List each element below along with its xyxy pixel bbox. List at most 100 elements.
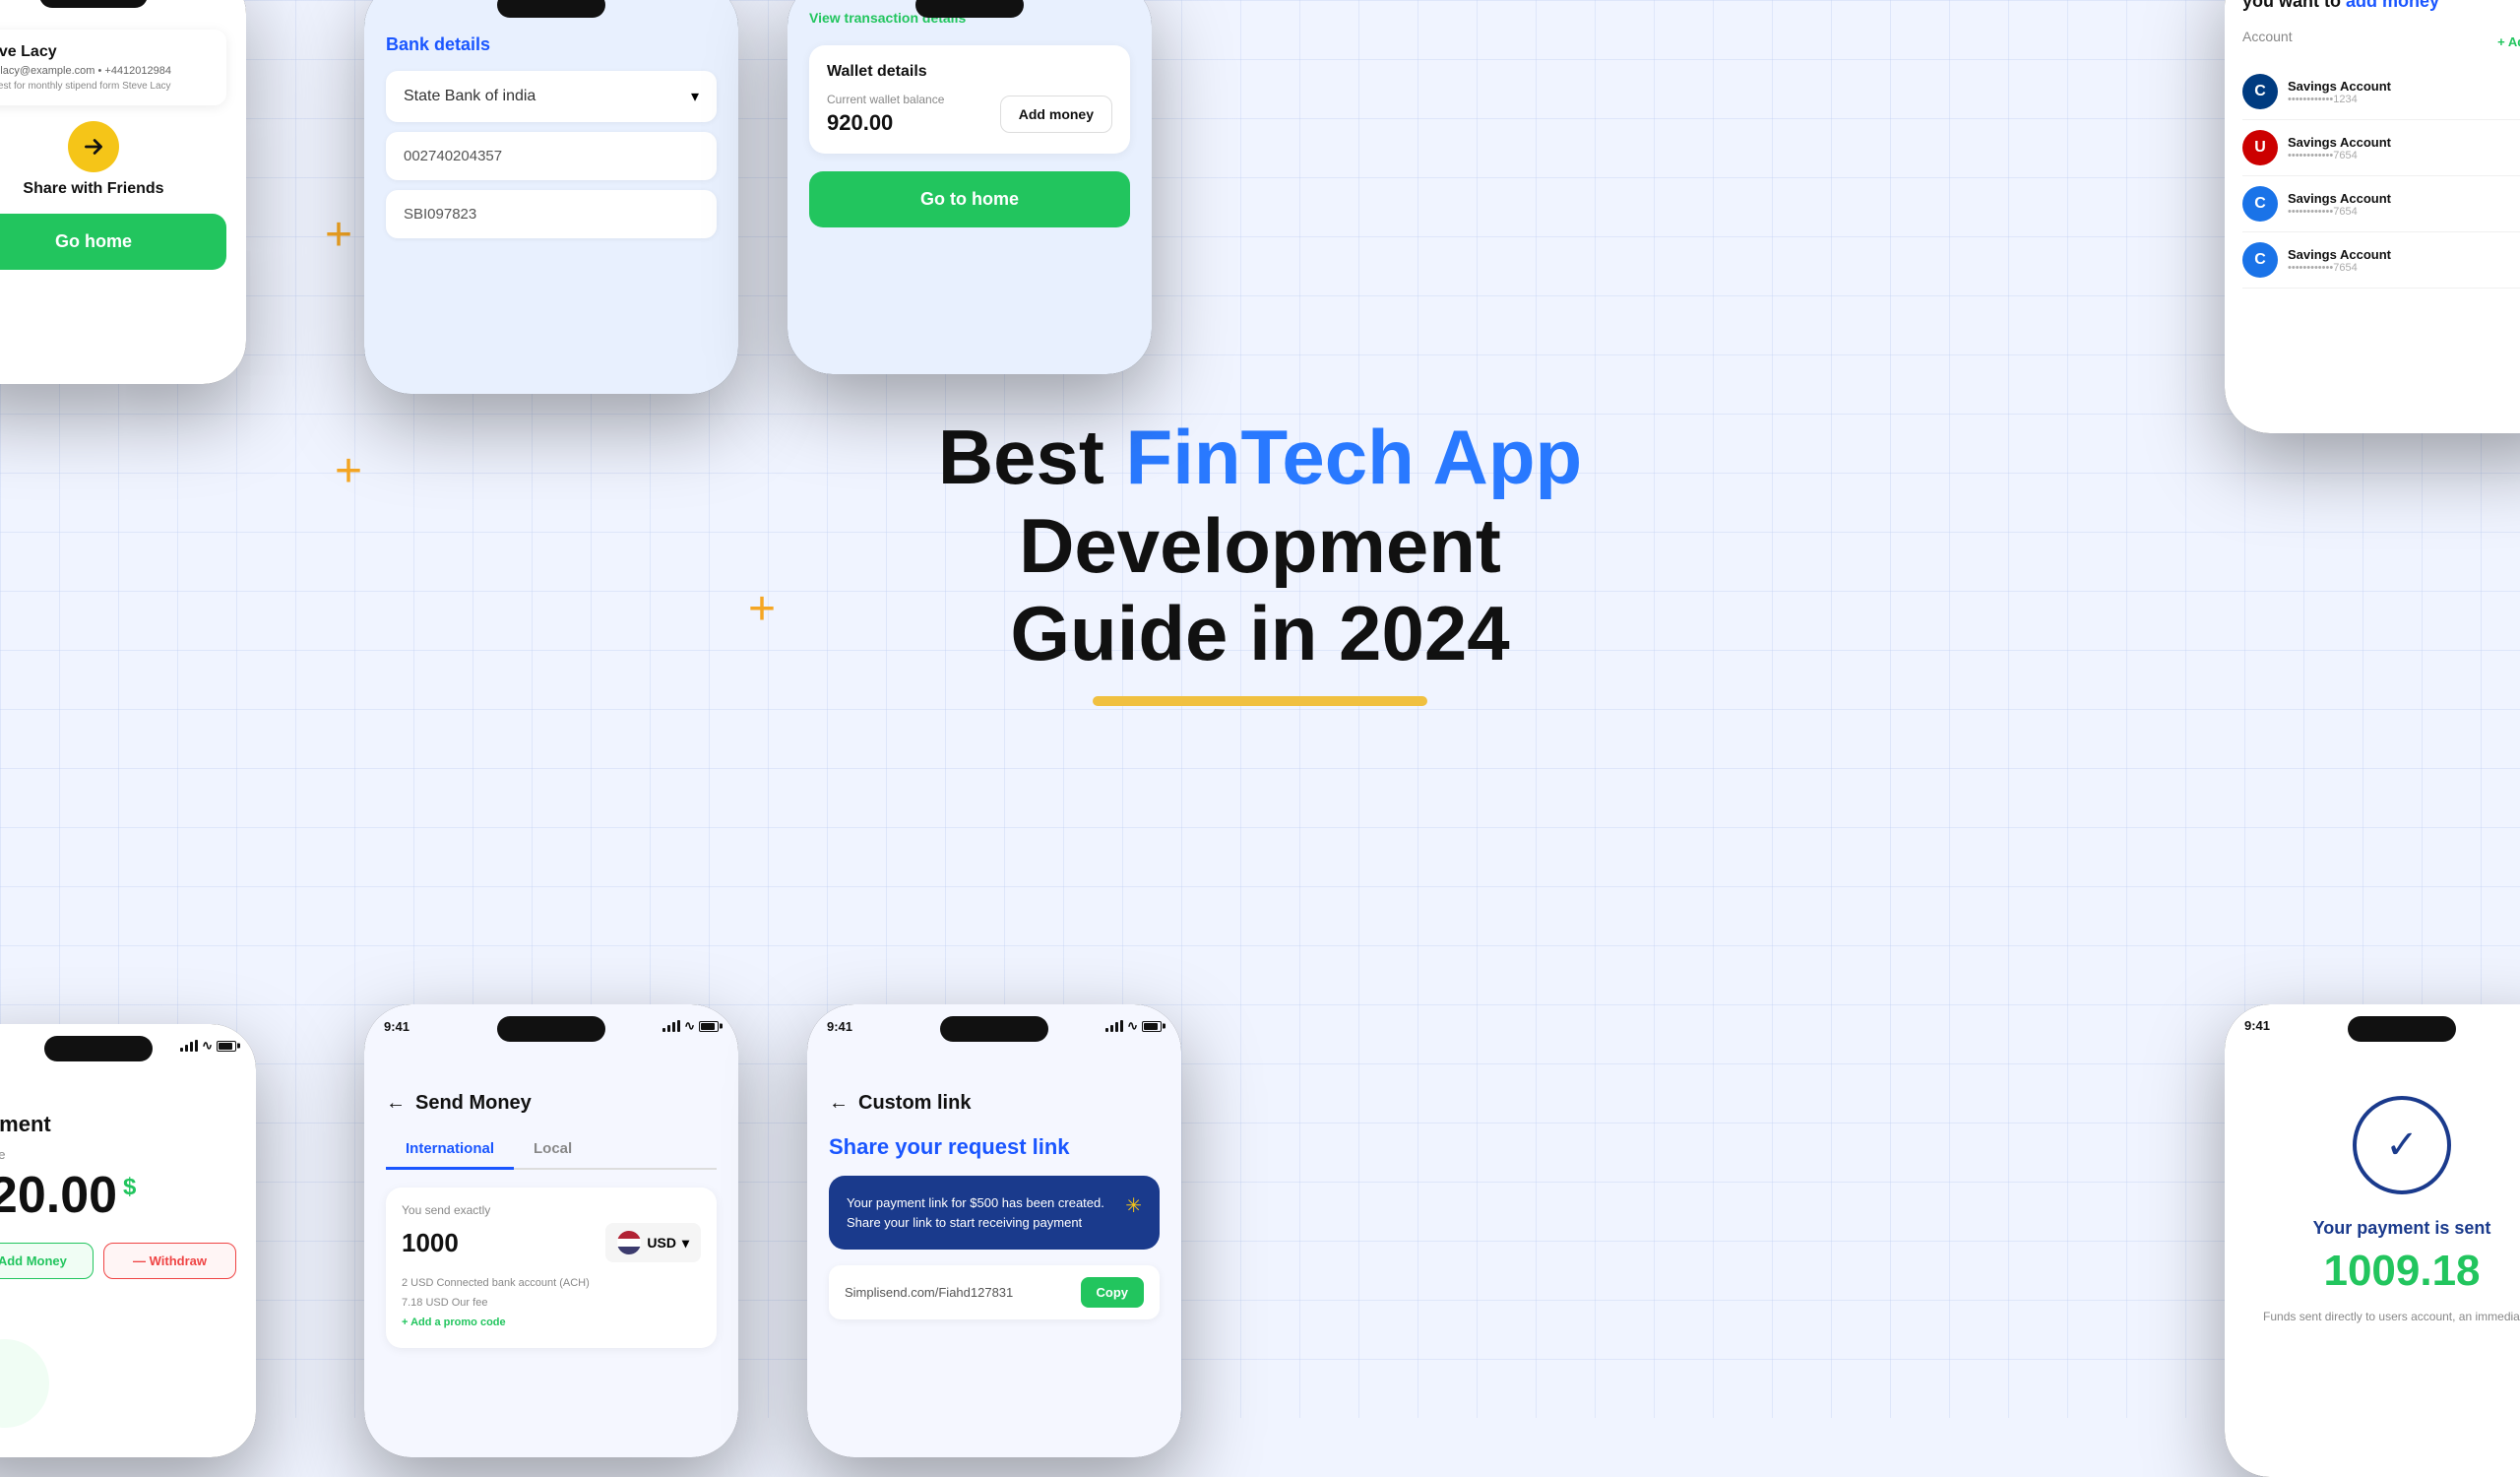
- headline-title: Best FinTech App Development Guide in 20…: [817, 414, 1703, 678]
- account-label: Account: [2242, 29, 2293, 44]
- user-email: stevelacy@example.com • +4412012984: [0, 65, 213, 77]
- signal-icon-6: [662, 1020, 680, 1032]
- balance-label-5: balance: [0, 1147, 236, 1162]
- chase2-logo: C: [2242, 242, 2278, 278]
- fee-line1: 2 USD Connected bank account (ACH): [402, 1274, 701, 1294]
- user-card: Steve Lacy stevelacy@example.com • +4412…: [0, 30, 226, 105]
- payment-message-card: ✳ Your payment link for $500 has been cr…: [829, 1176, 1160, 1250]
- check-circle: ✓: [2353, 1096, 2451, 1194]
- phone-send-money: 9:41 ∿ ← Send Money International Local: [364, 1004, 738, 1457]
- send-money-tabs: International Local: [386, 1130, 717, 1170]
- user-name: Steve Lacy: [0, 43, 213, 61]
- back-button-6[interactable]: ←: [386, 1092, 406, 1115]
- phone-custom-link: 9:41 ∿ ← Custom link Share your request …: [807, 1004, 1181, 1457]
- phone-custom-link-inner: 9:41 ∿ ← Custom link Share your request …: [807, 1004, 1181, 1457]
- copy-button[interactable]: Copy: [1081, 1277, 1145, 1308]
- title-you-want: you want to: [2242, 0, 2346, 11]
- wallet-balance: 920.00: [827, 110, 944, 136]
- arrow-circle: [68, 121, 119, 172]
- status-icons-6: ∿: [662, 1018, 719, 1034]
- custom-link-header: ← Custom link: [829, 1092, 1160, 1115]
- wallet-title: Wallet details: [827, 63, 1112, 81]
- payment-balance: 920.00 $: [0, 1166, 236, 1225]
- payment-sent-label: Your payment is sent: [2246, 1218, 2520, 1239]
- status-icons-7: ∿: [1105, 1018, 1162, 1034]
- payment-link: Simplisend.com/Fiahd127831: [845, 1285, 1073, 1300]
- tab-international[interactable]: International: [386, 1130, 514, 1170]
- bank-dropdown[interactable]: State Bank of india ▾: [386, 71, 717, 122]
- withdraw-btn[interactable]: — Withdraw: [103, 1243, 236, 1279]
- battery-icon: [217, 1041, 236, 1052]
- phone2-content: Bank details State Bank of india ▾ 00274…: [364, 0, 738, 268]
- account-number-input[interactable]: 002740204357: [386, 132, 717, 180]
- phone-notch-5: [44, 1036, 153, 1061]
- dollar-sign: $: [123, 1174, 136, 1201]
- account-row-citi: C Savings Account ••••••••••••1234 $90: [2242, 64, 2520, 120]
- phone1-content: Steve Lacy stevelacy@example.com • +4412…: [0, 0, 246, 289]
- decorative-circle: [0, 1339, 49, 1428]
- account-row-usaa: U Savings Account ••••••••••••7654 $60: [2242, 120, 2520, 176]
- headline-highlight: FinTech App: [1126, 414, 1583, 500]
- promo-link[interactable]: + Add a promo code: [402, 1314, 701, 1333]
- flag-icon: [617, 1231, 641, 1254]
- custom-link-title: Custom link: [858, 1092, 971, 1115]
- signal-icon-7: [1105, 1020, 1123, 1032]
- wallet-card: Wallet details Current wallet balance 92…: [809, 45, 1130, 154]
- chase2-name: Savings Account: [2288, 247, 2520, 262]
- phone-share-friends-inner: Steve Lacy stevelacy@example.com • +4412…: [0, 0, 246, 384]
- add-money-btn-5[interactable]: + Add Money: [0, 1243, 94, 1279]
- fee-line2: 7.18 USD Our fee: [402, 1294, 701, 1314]
- phone-bank-details-inner: Bank details State Bank of india ▾ 00274…: [364, 0, 738, 394]
- back-button-7[interactable]: ←: [829, 1092, 849, 1115]
- wifi-icon-6: ∿: [684, 1018, 695, 1034]
- balance-label: Current wallet balance: [827, 93, 944, 106]
- wifi-icon-7: ∿: [1127, 1018, 1138, 1034]
- phone-wallet-inner: View transaction details Wallet details …: [788, 0, 1152, 374]
- add-money-button[interactable]: Add money: [1000, 96, 1112, 133]
- phone-payment-sent: 9:41 ✓ Your payment is sent 1009.18 Fund…: [2225, 1004, 2520, 1477]
- wallet-balance-section: Current wallet balance 920.00: [827, 93, 944, 136]
- headline-underline: [1093, 696, 1427, 706]
- wallet-row: Current wallet balance 920.00 Add money: [827, 93, 1112, 136]
- add-new-button[interactable]: + Add new: [2497, 34, 2520, 49]
- phone-notch-1: [39, 0, 148, 8]
- phone-notch-8: [2348, 1016, 2456, 1042]
- phone-send-money-inner: 9:41 ∿ ← Send Money International Local: [364, 1004, 738, 1457]
- phone8-content: ✓ Your payment is sent 1009.18 Funds sen…: [2225, 1037, 2520, 1345]
- send-money-header: ← Send Money: [386, 1092, 717, 1115]
- phone-payment: 9:41 ∿ Payment balance 920.00 $ + Add Mo…: [0, 1024, 256, 1457]
- add-money-title: you want to add money: [2242, 0, 2520, 13]
- share-label: Share with Friends: [0, 180, 226, 198]
- wifi-icon: ∿: [202, 1038, 213, 1054]
- signal-icon: [180, 1040, 198, 1052]
- chase1-info: Savings Account ••••••••••••7654: [2288, 191, 2520, 218]
- plus-decoration-3: +: [748, 586, 776, 633]
- tab-local[interactable]: Local: [514, 1130, 592, 1170]
- time-8: 9:41: [2244, 1018, 2270, 1033]
- account-header: Account + Add new: [2242, 29, 2520, 54]
- chevron-down-icon-6: ▾: [682, 1235, 689, 1252]
- headline-part1: Best: [938, 414, 1126, 500]
- phone-payment-inner: 9:41 ∿ Payment balance 920.00 $ + Add Mo…: [0, 1024, 256, 1457]
- ifsc-input[interactable]: SBI097823: [386, 190, 717, 238]
- time-7: 9:41: [827, 1019, 852, 1034]
- phone6-content: ← Send Money International Local You sen…: [364, 1038, 738, 1364]
- battery-icon-6: [699, 1021, 719, 1032]
- go-to-home-button[interactable]: Go to home: [809, 171, 1130, 227]
- currency-selector[interactable]: USD ▾: [605, 1223, 701, 1262]
- title-add-money: add money: [2346, 0, 2439, 11]
- chase2-info: Savings Account ••••••••••••7654: [2288, 247, 2520, 274]
- payment-title: Payment: [0, 1112, 236, 1137]
- phone-add-money: you want to add money Account + Add new …: [2225, 0, 2520, 433]
- fee-info: 2 USD Connected bank account (ACH) 7.18 …: [402, 1274, 701, 1332]
- user-request: Request for monthly stipend form Steve L…: [0, 81, 213, 92]
- go-home-button[interactable]: Go home: [0, 214, 226, 270]
- plus-decoration-2: +: [335, 448, 362, 495]
- payment-desc: Funds sent directly to users account, an…: [2246, 1308, 2520, 1325]
- status-icons-5: ∿: [180, 1038, 236, 1054]
- phone7-content: ← Custom link Share your request link ✳ …: [807, 1038, 1181, 1339]
- chase1-name: Savings Account: [2288, 191, 2520, 206]
- usaa-logo: U: [2242, 130, 2278, 165]
- time-6: 9:41: [384, 1019, 410, 1034]
- phone-share-friends: Steve Lacy stevelacy@example.com • +4412…: [0, 0, 246, 384]
